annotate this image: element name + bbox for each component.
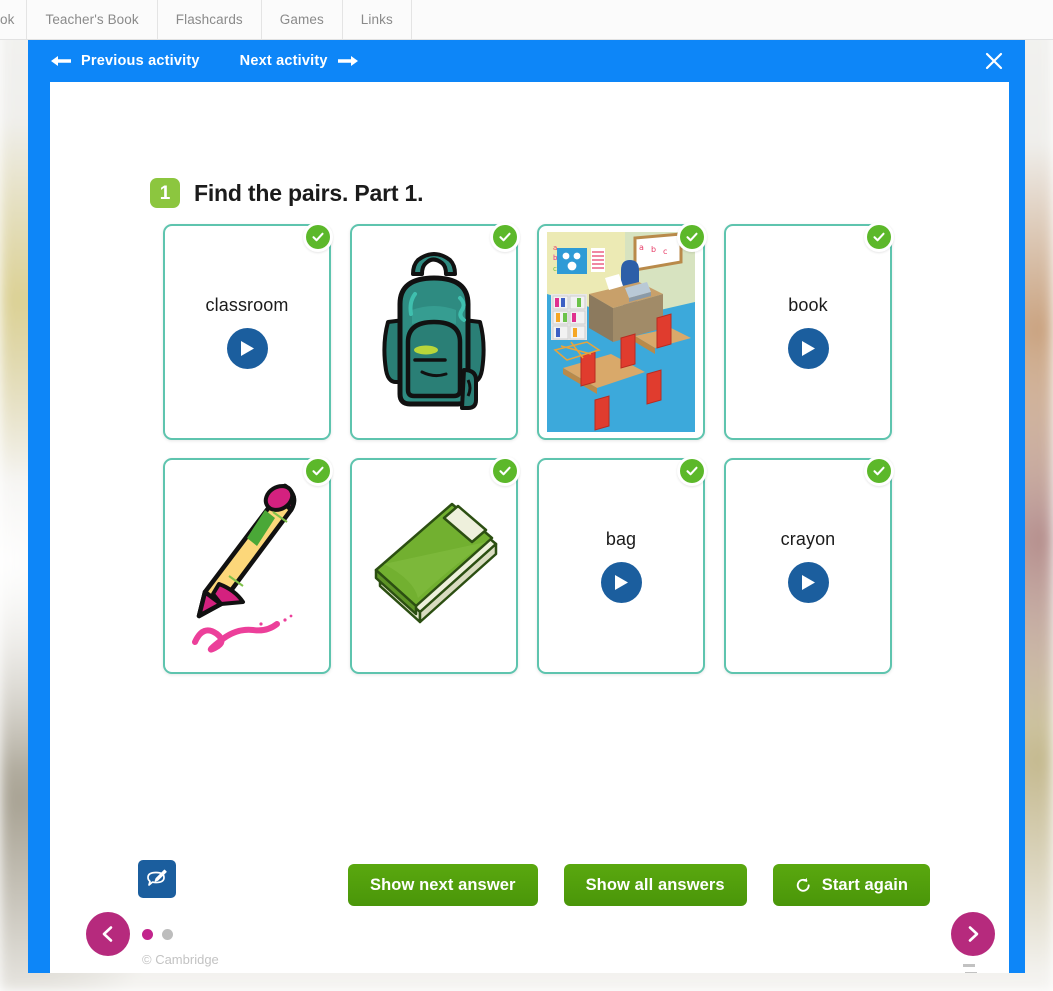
play-icon bbox=[615, 575, 628, 590]
svg-text:c: c bbox=[663, 247, 667, 256]
pair-card-classroom-image[interactable]: a b c a b c bbox=[537, 222, 707, 440]
play-audio-button[interactable] bbox=[787, 328, 829, 369]
site-tab-strip: ok Teacher's Book Flashcards Games Links bbox=[0, 0, 1053, 40]
activity-header: 1 Find the pairs. Part 1. bbox=[150, 178, 423, 208]
tab-links[interactable]: Links bbox=[343, 0, 412, 39]
tab-label: Teacher's Book bbox=[45, 12, 139, 27]
answer-buttons-group: Show next answer Show all answers Start … bbox=[348, 864, 931, 906]
previous-activity-label: Previous activity bbox=[81, 53, 200, 69]
tab-pupils-book[interactable]: ok bbox=[0, 0, 28, 39]
check-icon bbox=[312, 232, 324, 242]
pair-card-backpack-image[interactable] bbox=[350, 222, 520, 440]
previous-page-button[interactable] bbox=[86, 912, 130, 956]
next-page-button[interactable] bbox=[951, 912, 995, 956]
arrow-right-icon bbox=[337, 56, 358, 66]
tab-teachers-book[interactable]: Teacher's Book bbox=[27, 0, 158, 39]
page-dot-2[interactable] bbox=[162, 928, 173, 940]
play-icon bbox=[802, 341, 815, 356]
page-dots bbox=[142, 928, 173, 940]
chevron-left-icon bbox=[102, 926, 113, 942]
svg-text:b: b bbox=[651, 245, 656, 254]
restart-arrow-icon bbox=[796, 877, 810, 892]
play-audio-button[interactable] bbox=[787, 562, 829, 603]
check-icon bbox=[686, 466, 698, 476]
check-icon bbox=[686, 232, 698, 242]
copyright-label: © Cambridge bbox=[142, 952, 219, 967]
matched-check-badge bbox=[490, 222, 520, 252]
pair-card-classroom-word[interactable]: classroom bbox=[163, 222, 333, 440]
svg-text:a: a bbox=[553, 244, 557, 252]
check-icon bbox=[499, 466, 511, 476]
tab-label: Games bbox=[279, 12, 324, 27]
close-button[interactable] bbox=[979, 46, 1009, 76]
activity-title: Find the pairs. Part 1. bbox=[194, 179, 424, 206]
show-all-answers-label: Show all answers bbox=[585, 875, 725, 894]
play-icon bbox=[241, 341, 254, 356]
pair-card-book-word[interactable]: book bbox=[724, 222, 894, 440]
close-icon bbox=[985, 52, 1003, 70]
partial-cut-off-graphic bbox=[963, 964, 977, 973]
matched-check-badge bbox=[490, 456, 520, 486]
card-word-label: bag bbox=[605, 529, 637, 549]
tab-label: Flashcards bbox=[175, 12, 243, 27]
pair-card-crayon-word[interactable]: crayon bbox=[724, 456, 894, 674]
play-audio-button[interactable] bbox=[600, 562, 642, 603]
annotation-tool-button[interactable] bbox=[138, 860, 176, 898]
svg-text:c: c bbox=[553, 265, 557, 273]
pair-card-bag-word[interactable]: bag bbox=[537, 456, 707, 674]
check-icon bbox=[873, 232, 885, 242]
activity-modal: Previous activity Next activity 1 Find t… bbox=[28, 40, 1025, 973]
page-dot-1[interactable] bbox=[142, 928, 153, 940]
tab-strip-filler bbox=[412, 0, 1053, 39]
matched-check-badge bbox=[303, 456, 333, 486]
modal-top-bar: Previous activity Next activity bbox=[28, 40, 1025, 82]
matched-check-badge bbox=[303, 222, 333, 252]
check-icon bbox=[873, 466, 885, 476]
play-audio-button[interactable] bbox=[226, 328, 268, 369]
backpack-illustration bbox=[382, 252, 486, 410]
pairs-card-grid: classroom a b c a b c book bag crayon bbox=[163, 222, 915, 674]
chevron-right-icon bbox=[968, 926, 979, 942]
check-icon bbox=[312, 466, 324, 476]
card-word-label: classroom bbox=[205, 295, 289, 315]
crayon-illustration bbox=[192, 483, 297, 653]
tab-flashcards[interactable]: Flashcards bbox=[158, 0, 262, 39]
show-all-answers-button[interactable]: Show all answers bbox=[563, 864, 747, 906]
pagination-group bbox=[86, 912, 173, 956]
matched-check-badge bbox=[677, 222, 707, 252]
matched-check-badge bbox=[864, 222, 894, 252]
pair-card-book-image[interactable] bbox=[350, 456, 520, 674]
show-next-answer-label: Show next answer bbox=[370, 875, 516, 894]
check-icon bbox=[499, 232, 511, 242]
next-activity-label: Next activity bbox=[239, 53, 328, 69]
next-activity-link[interactable]: Next activity bbox=[240, 53, 359, 69]
card-word-label: crayon bbox=[780, 529, 836, 549]
book-illustration bbox=[374, 502, 498, 624]
start-again-label: Start again bbox=[821, 875, 909, 894]
previous-activity-link[interactable]: Previous activity bbox=[50, 53, 200, 69]
activity-sheet: 1 Find the pairs. Part 1. classroom a b … bbox=[50, 82, 1009, 973]
matched-check-badge bbox=[677, 456, 707, 486]
classroom-illustration: a b c a b c bbox=[547, 232, 695, 432]
tab-label: ok bbox=[0, 12, 15, 27]
start-again-button[interactable]: Start again bbox=[772, 864, 931, 906]
tab-games[interactable]: Games bbox=[262, 0, 343, 39]
matched-check-badge bbox=[864, 456, 894, 486]
activity-number-badge: 1 bbox=[150, 178, 180, 208]
card-word-label: book bbox=[788, 295, 828, 315]
arrow-left-icon bbox=[51, 56, 71, 66]
play-icon bbox=[802, 575, 815, 590]
pair-card-crayon-image[interactable] bbox=[163, 456, 333, 674]
svg-text:b: b bbox=[553, 254, 558, 262]
pen-speech-bubble-icon bbox=[147, 869, 167, 886]
show-next-answer-button[interactable]: Show next answer bbox=[348, 864, 538, 906]
tab-label: Links bbox=[360, 12, 393, 27]
svg-text:a: a bbox=[639, 243, 644, 252]
